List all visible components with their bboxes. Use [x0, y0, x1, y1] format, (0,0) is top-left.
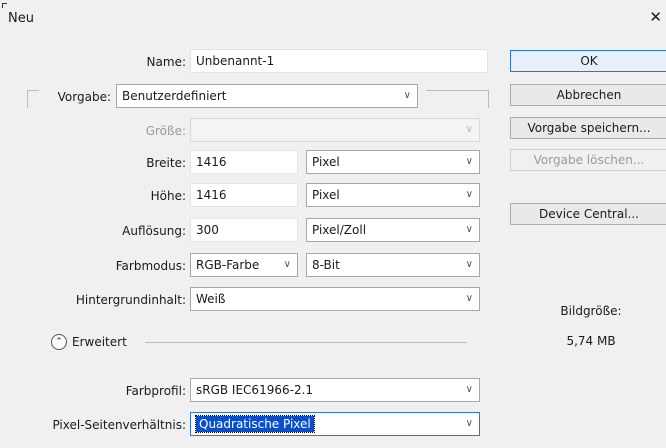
bitdepth-value: 8-Bit: [312, 258, 340, 272]
name-input[interactable]: Unbenannt-1: [190, 49, 488, 73]
group-frame-right: [488, 90, 489, 108]
chevron-down-icon: ∨: [465, 293, 473, 304]
image-size-label: Bildgröße:: [560, 304, 622, 318]
aspect-value: Quadratische Pixel: [195, 415, 315, 433]
profile-dropdown[interactable]: sRGB IEC61966-2.1 ∨: [190, 378, 480, 402]
chevron-down-icon: ∨: [283, 259, 291, 270]
chevron-down-icon: ∨: [465, 124, 473, 135]
chevron-up-icon: ⌃: [55, 337, 63, 347]
colormode-value: RGB-Farbe: [196, 258, 260, 272]
chevron-down-icon: ∨: [465, 189, 473, 200]
preset-value: Benutzerdefiniert: [122, 89, 227, 103]
profile-value: sRGB IEC61966-2.1: [196, 383, 314, 397]
save-preset-button[interactable]: Vorgabe speichern...: [510, 117, 666, 139]
width-unit-value: Pixel: [312, 155, 340, 169]
close-icon[interactable]: ✕: [649, 10, 662, 25]
delete-preset-button: Vorgabe löschen...: [510, 149, 666, 171]
chevron-down-icon: ∨: [465, 259, 473, 270]
advanced-label: Erweitert: [72, 335, 127, 349]
resolution-input[interactable]: 300: [190, 218, 298, 242]
group-frame-top-right: [426, 90, 488, 91]
size-dropdown: ∨: [190, 118, 480, 142]
name-label: Name:: [146, 55, 186, 69]
background-label: Hintergrundinhalt:: [75, 293, 186, 307]
resolution-label: Auflösung:: [122, 224, 186, 238]
background-dropdown[interactable]: Weiß ∨: [190, 287, 480, 311]
chevron-down-icon: ∨: [403, 90, 411, 101]
group-frame-top-left: [27, 90, 39, 91]
size-label: Größe:: [145, 124, 186, 138]
resolution-unit-dropdown[interactable]: Pixel/Zoll ∨: [306, 218, 480, 242]
group-frame-left: [27, 90, 28, 108]
height-unit-value: Pixel: [312, 188, 340, 202]
device-central-button[interactable]: Device Central...: [510, 203, 666, 225]
height-unit-dropdown[interactable]: Pixel ∨: [306, 183, 480, 207]
profile-label: Farbprofil:: [125, 384, 186, 398]
chevron-down-icon: ∨: [465, 418, 473, 429]
width-unit-dropdown[interactable]: Pixel ∨: [306, 150, 480, 174]
width-label: Breite:: [146, 156, 186, 170]
bitdepth-dropdown[interactable]: 8-Bit ∨: [306, 253, 480, 277]
app-icon: [2, 3, 7, 8]
cancel-button[interactable]: Abbrechen: [510, 84, 666, 106]
aspect-dropdown[interactable]: Quadratische Pixel ∨: [190, 412, 480, 436]
height-input[interactable]: 1416: [190, 183, 298, 207]
colormode-label: Farbmodus:: [115, 259, 186, 273]
height-label: Höhe:: [150, 189, 186, 203]
window-title: Neu: [8, 11, 34, 26]
image-size-value: 5,74 MB: [566, 334, 616, 348]
background-value: Weiß: [196, 292, 226, 306]
ok-button[interactable]: OK: [510, 50, 666, 72]
preset-label: Vorgabe:: [57, 90, 111, 104]
title-bar: Neu ✕: [0, 0, 666, 38]
width-input[interactable]: 1416: [190, 150, 298, 174]
advanced-divider: [145, 342, 467, 343]
chevron-down-icon: ∨: [465, 156, 473, 167]
aspect-label: Pixel-Seitenverhältnis:: [52, 418, 186, 432]
expand-advanced-button[interactable]: ⌃: [51, 334, 67, 350]
colormode-dropdown[interactable]: RGB-Farbe ∨: [190, 253, 298, 277]
chevron-down-icon: ∨: [465, 384, 473, 395]
preset-dropdown[interactable]: Benutzerdefiniert ∨: [116, 84, 418, 108]
resolution-unit-value: Pixel/Zoll: [312, 223, 367, 237]
chevron-down-icon: ∨: [465, 224, 473, 235]
